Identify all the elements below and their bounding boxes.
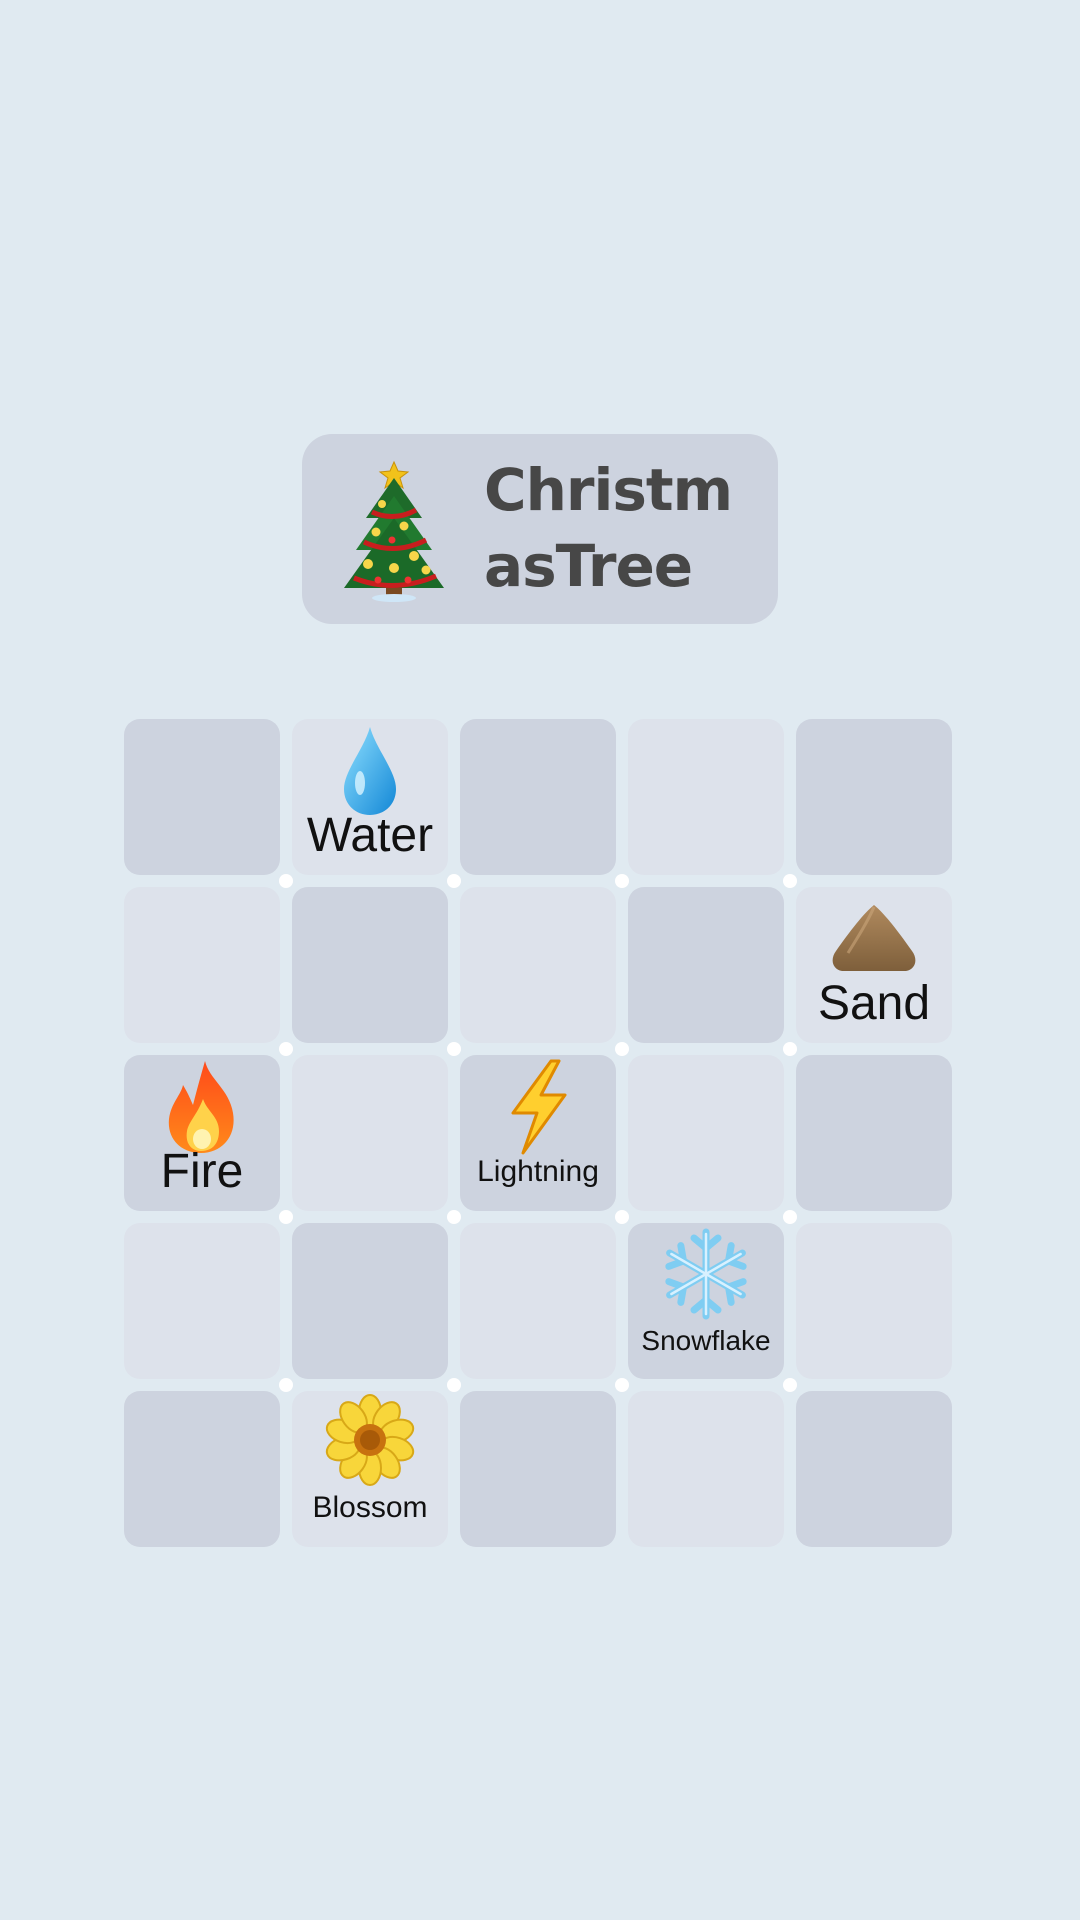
grid-cell-r5c4[interactable]	[628, 1391, 784, 1547]
grid-dot	[279, 874, 293, 888]
grid-cell-label: Fire	[160, 1145, 244, 1198]
grid-dot	[615, 1378, 629, 1392]
grid-cell-r1c4[interactable]	[628, 719, 784, 875]
target-card: ChristmasTree	[302, 434, 778, 624]
grid-dot	[447, 1378, 461, 1392]
lightning-icon	[511, 1059, 567, 1155]
grid-dot	[279, 1210, 293, 1224]
grid-cell-r5c5[interactable]	[796, 1391, 952, 1547]
grid-cell-r5c2[interactable]: Blossom	[292, 1391, 448, 1547]
grid-cell-r1c2[interactable]: Water	[292, 719, 448, 875]
grid-dot	[783, 874, 797, 888]
grid-cell-r3c1[interactable]: Fire	[124, 1055, 280, 1211]
grid-cell-r2c3[interactable]	[460, 887, 616, 1043]
grid-dot	[279, 1042, 293, 1056]
grid-cell-r1c3[interactable]	[460, 719, 616, 875]
grid-dot	[783, 1378, 797, 1392]
snowflake-icon	[659, 1228, 753, 1321]
grid-cell-r4c1[interactable]	[124, 1223, 280, 1379]
grid-dot	[615, 874, 629, 888]
grid-dot	[783, 1042, 797, 1056]
grid-cell-label: Lightning	[477, 1155, 599, 1188]
grid-cell-r2c2[interactable]	[292, 887, 448, 1043]
grid-cell-label: Water	[306, 809, 434, 862]
blossom-icon	[325, 1394, 415, 1486]
grid-cell-r2c1[interactable]	[124, 887, 280, 1043]
grid-cell-r5c3[interactable]	[460, 1391, 616, 1547]
grid-cell-label: Snowflake	[641, 1325, 771, 1356]
sand-pile-icon	[832, 905, 916, 971]
grid-cell-r4c3[interactable]	[460, 1223, 616, 1379]
target-title: ChristmasTree	[484, 456, 733, 600]
grid-cell-r4c4[interactable]: Snowflake	[628, 1223, 784, 1379]
grid-cell-r4c5[interactable]	[796, 1223, 952, 1379]
grid-cell-r3c4[interactable]	[628, 1055, 784, 1211]
grid-dot	[615, 1042, 629, 1056]
fire-icon	[168, 1061, 234, 1153]
christmas-tree-icon	[344, 460, 444, 602]
grid-dot	[447, 1210, 461, 1224]
element-grid: Water Sand Fire Lightning Snowflake Blos…	[124, 719, 954, 1549]
grid-dot	[447, 1042, 461, 1056]
grid-cell-r3c5[interactable]	[796, 1055, 952, 1211]
grid-cell-r2c5[interactable]: Sand	[796, 887, 952, 1043]
grid-dot	[447, 874, 461, 888]
grid-cell-r1c1[interactable]	[124, 719, 280, 875]
grid-cell-r4c2[interactable]	[292, 1223, 448, 1379]
grid-dot	[783, 1210, 797, 1224]
grid-cell-label: Sand	[817, 977, 931, 1030]
grid-cell-r3c2[interactable]	[292, 1055, 448, 1211]
grid-dot	[279, 1378, 293, 1392]
grid-dot	[615, 1210, 629, 1224]
grid-cell-r1c5[interactable]	[796, 719, 952, 875]
grid-cell-label: Blossom	[312, 1491, 428, 1524]
grid-cell-r2c4[interactable]	[628, 887, 784, 1043]
grid-cell-r3c3[interactable]: Lightning	[460, 1055, 616, 1211]
grid-cell-r5c1[interactable]	[124, 1391, 280, 1547]
water-drop-icon	[344, 727, 396, 815]
